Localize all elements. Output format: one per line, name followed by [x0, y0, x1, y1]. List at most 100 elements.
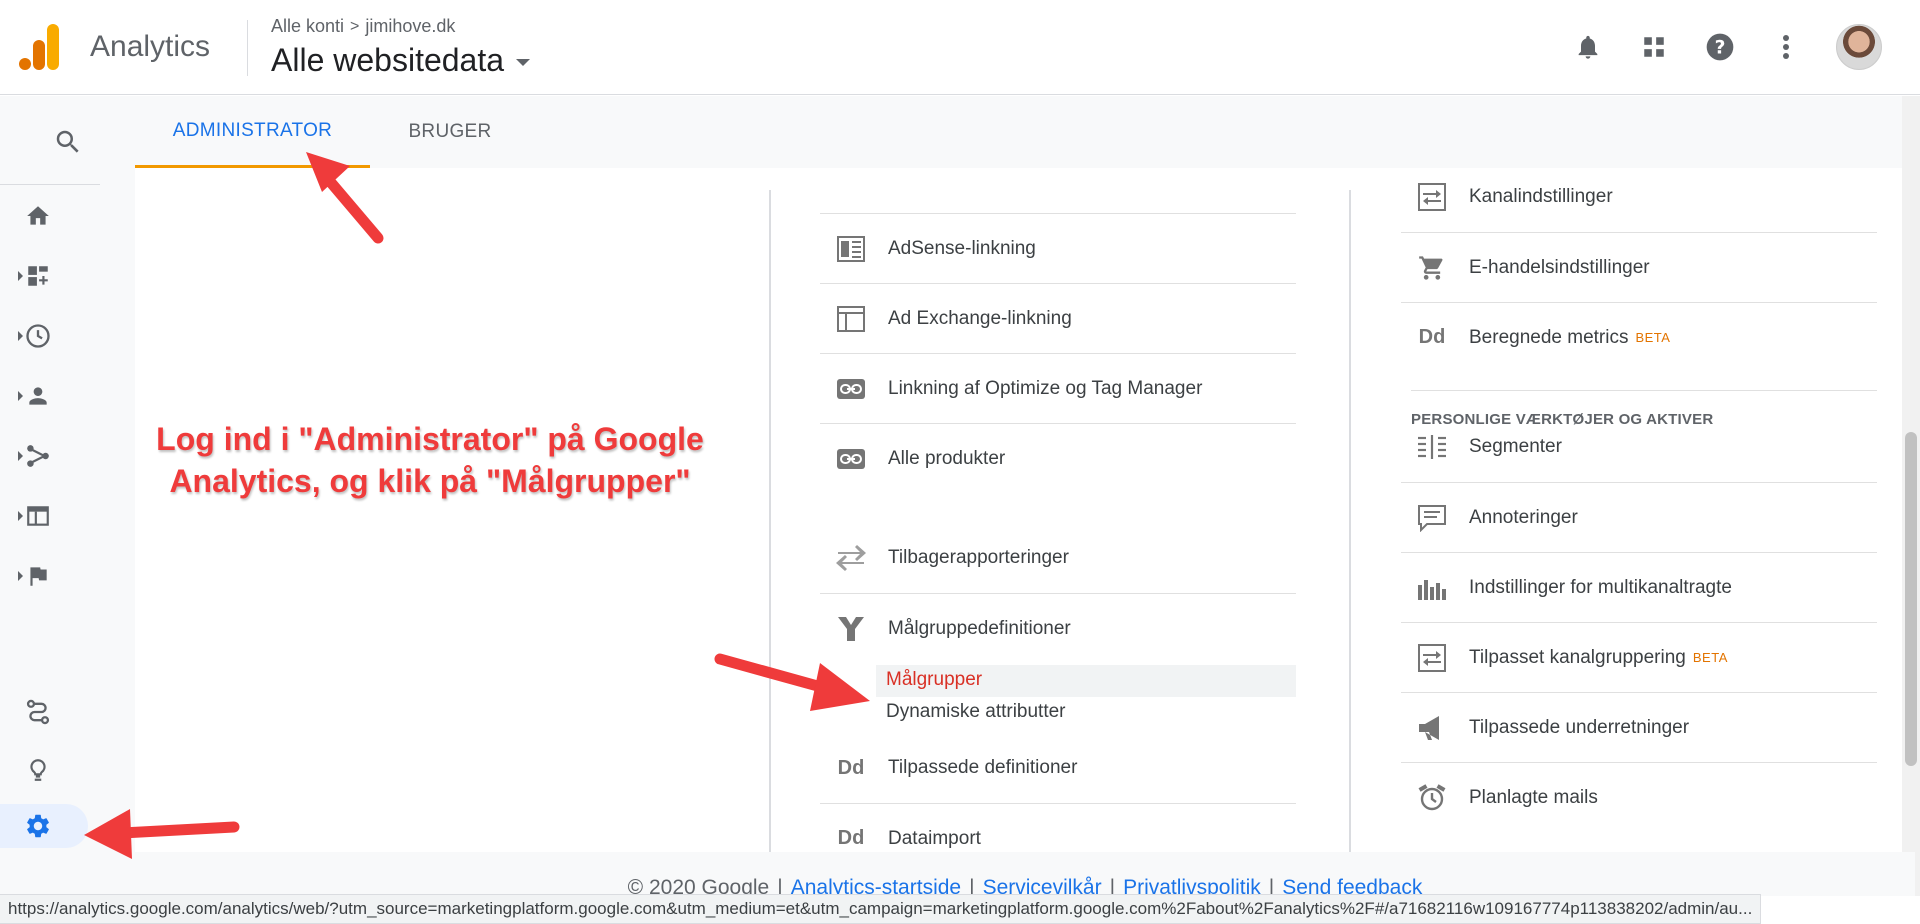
- admin-item-label: Dataimport: [888, 827, 981, 849]
- sub-item-malgrupper[interactable]: Målgrupper: [886, 669, 982, 691]
- footer-separator: |: [777, 876, 783, 896]
- admin-item-all-products[interactable]: Alle produkter: [820, 423, 1296, 493]
- footer-separator: |: [1268, 876, 1275, 896]
- admin-item-label: Tilbagerapporteringer: [888, 547, 1069, 568]
- admin-item-adsense[interactable]: AdSense-linkning: [820, 213, 1296, 283]
- discover-icon[interactable]: [0, 748, 105, 792]
- admin-item-channel-settings[interactable]: Kanalindstillinger: [1401, 162, 1877, 232]
- more-vert-icon[interactable]: [1770, 31, 1802, 63]
- admin-item-label: Tilpasset kanalgruppering: [1469, 646, 1686, 668]
- header-divider: [247, 20, 248, 76]
- breadcrumb-property[interactable]: jimihove.dk: [365, 16, 455, 37]
- view-name: Alle websitedata: [271, 42, 505, 78]
- megaphone-icon: [1415, 713, 1449, 743]
- customization-icon[interactable]: [0, 254, 105, 298]
- search-icon[interactable]: [0, 120, 135, 164]
- breadcrumb-account[interactable]: Alle konti: [271, 16, 344, 37]
- top-header: Analytics Alle konti > jimihove.dk Alle …: [0, 0, 1920, 95]
- expand-arrow-icon: [18, 391, 23, 401]
- home-icon[interactable]: [0, 194, 105, 238]
- admin-tabs: ADMINISTRATOR BRUGER: [135, 96, 1915, 168]
- admin-item-label: Tilpassede definitioner: [888, 757, 1078, 778]
- expand-arrow-icon: [18, 571, 23, 581]
- admin-item-postbacks[interactable]: Tilbagerapporteringer: [820, 523, 1296, 593]
- annotation-line-2: Analytics, og klik på "Målgrupper": [169, 463, 691, 499]
- expand-arrow-icon: [18, 331, 23, 341]
- analytics-admin-page: Analytics Alle konti > jimihove.dk Alle …: [0, 0, 1920, 924]
- admin-item-calculated-metrics[interactable]: Dd Beregnede metrics BETA: [1401, 302, 1877, 372]
- left-navigation: [0, 96, 135, 896]
- apps-grid-icon[interactable]: [1638, 31, 1670, 63]
- breadcrumb-separator-icon: >: [350, 17, 360, 35]
- admin-item-ecommerce-settings[interactable]: E-handelsindstillinger: [1401, 232, 1877, 302]
- segments-icon: [1415, 432, 1449, 462]
- attribution-icon[interactable]: [0, 690, 105, 734]
- footer-link-privacy[interactable]: Privatlivspolitik: [1123, 876, 1261, 896]
- dd-icon: Dd: [1418, 326, 1446, 348]
- admin-item-label: Planlagte mails: [1469, 786, 1598, 808]
- page-footer: © 2020 Google | Analytics-startside | Se…: [135, 852, 1915, 896]
- annotation-arrow-icon: [306, 152, 384, 244]
- conversions-icon[interactable]: [0, 554, 105, 598]
- link-icon: [834, 374, 868, 404]
- admin-item-optimize-tag-manager[interactable]: Linkning af Optimize og Tag Manager: [820, 353, 1296, 423]
- dd-icon: Dd: [837, 756, 865, 779]
- footer-separator: |: [1109, 876, 1116, 896]
- expand-arrow-icon: [18, 271, 23, 281]
- channel-settings-icon: [1415, 182, 1449, 212]
- footer-link-analytics-home[interactable]: Analytics-startside: [791, 876, 961, 896]
- admin-item-label: Segmenter: [1469, 436, 1562, 457]
- footer-copyright: © 2020 Google: [627, 876, 770, 896]
- link-icon: [834, 444, 868, 474]
- admin-item-custom-channel-grouping[interactable]: Tilpasset kanalgruppering BETA: [1401, 622, 1877, 692]
- dd-icon: Dd: [837, 827, 865, 849]
- admin-item-segments[interactable]: Segmenter: [1401, 412, 1877, 482]
- annotation-line-1: Log ind i "Administrator" på Google: [156, 421, 704, 457]
- account-avatar[interactable]: [1836, 24, 1882, 70]
- breadcrumb[interactable]: Alle konti > jimihove.dk: [271, 16, 455, 37]
- admin-item-custom-definitions[interactable]: Dd Tilpassede definitioner: [820, 733, 1296, 803]
- admin-item-scheduled-emails[interactable]: Planlagte mails: [1401, 762, 1877, 832]
- help-icon[interactable]: ?: [1704, 31, 1736, 63]
- admin-item-custom-alerts[interactable]: Tilpassede underretninger: [1401, 692, 1877, 762]
- column-divider: [1349, 190, 1351, 852]
- adsense-icon: [834, 234, 868, 264]
- annotations-icon: [1415, 503, 1449, 533]
- notifications-icon[interactable]: [1572, 31, 1604, 63]
- postbacks-icon: [834, 543, 868, 573]
- footer-link-terms[interactable]: Servicevilkår: [983, 876, 1102, 896]
- footer-separator: |: [969, 876, 975, 896]
- admin-item-label: Ad Exchange-linkning: [888, 307, 1072, 329]
- admin-item-label: Alle produkter: [888, 447, 1006, 469]
- caret-down-icon: [516, 59, 531, 66]
- admin-item-audience-definitions[interactable]: Målgruppedefinitioner: [820, 593, 1296, 663]
- analytics-logo-icon[interactable]: [19, 24, 61, 70]
- ad-exchange-icon: [834, 304, 868, 334]
- admin-gear-icon[interactable]: [0, 804, 88, 848]
- behavior-icon[interactable]: [0, 494, 105, 538]
- cart-icon: [1415, 253, 1449, 283]
- admin-item-ad-exchange[interactable]: Ad Exchange-linkning: [820, 283, 1296, 353]
- audience-definitions-icon: [834, 614, 868, 644]
- channel-grouping-icon: [1415, 643, 1449, 673]
- audience-icon[interactable]: [0, 374, 105, 418]
- admin-item-annotations[interactable]: Annoteringer: [1401, 482, 1877, 552]
- admin-item-label: Linkning af Optimize og Tag Manager: [888, 377, 1203, 399]
- sub-item-dynamiske-attributter[interactable]: Dynamiske attributter: [886, 701, 1066, 723]
- multichannel-icon: [1415, 573, 1449, 603]
- realtime-icon[interactable]: [0, 314, 105, 358]
- vertical-scrollbar[interactable]: [1902, 96, 1920, 896]
- scrollbar-thumb[interactable]: [1905, 432, 1917, 766]
- admin-item-label: E-handelsindstillinger: [1469, 256, 1650, 278]
- admin-item-multichannel-settings[interactable]: Indstillinger for multikanaltragte: [1401, 552, 1877, 622]
- admin-item-label: Målgruppedefinitioner: [888, 617, 1071, 639]
- admin-item-label: Annoteringer: [1469, 506, 1578, 528]
- view-selector[interactable]: Alle websitedata: [271, 42, 531, 79]
- tutorial-annotation: Log ind i "Administrator" på Google Anal…: [125, 418, 735, 502]
- admin-item-label: Kanalindstillinger: [1469, 186, 1613, 207]
- footer-link-feedback[interactable]: Send feedback: [1282, 876, 1422, 896]
- product-name: Analytics: [90, 30, 211, 63]
- column-divider: [769, 190, 771, 852]
- acquisition-icon[interactable]: [0, 434, 105, 478]
- svg-text:?: ?: [1715, 38, 1726, 59]
